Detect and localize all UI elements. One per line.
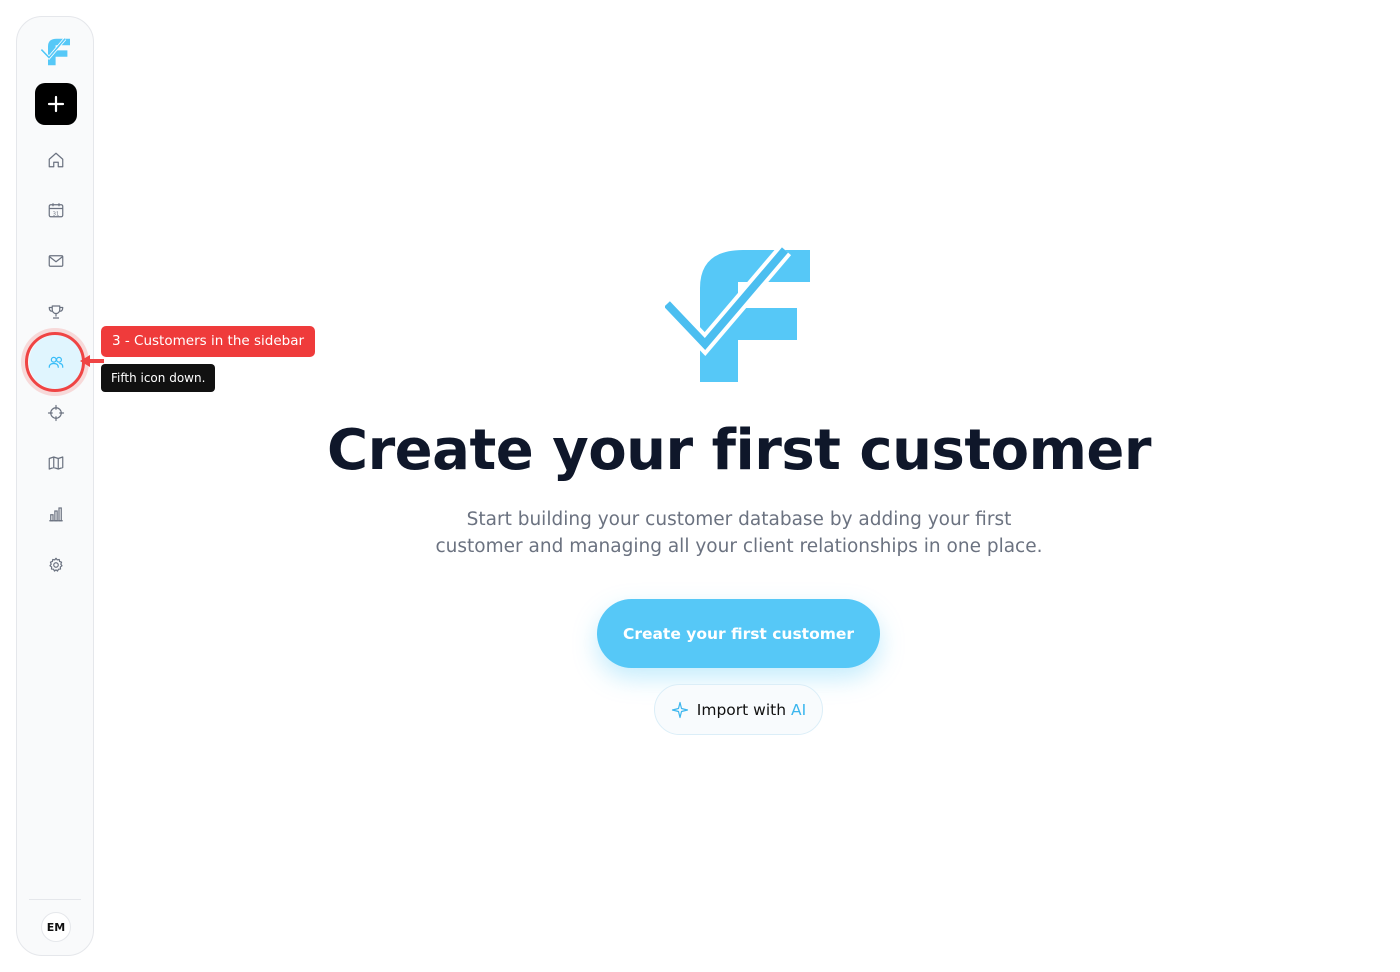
sidebar-item-map[interactable] bbox=[31, 441, 81, 485]
plus-icon bbox=[47, 95, 65, 113]
import-ai-label: AI bbox=[791, 700, 807, 719]
sidebar-item-target[interactable] bbox=[31, 391, 81, 435]
trophy-icon bbox=[48, 305, 64, 319]
sparkle-icon bbox=[671, 701, 688, 718]
users-icon bbox=[48, 356, 64, 368]
svg-text:31: 31 bbox=[53, 211, 60, 217]
annotation-hint: Fifth icon down. bbox=[101, 364, 216, 392]
sidebar-item-customers[interactable] bbox=[29, 335, 83, 389]
sidebar-item-home[interactable] bbox=[31, 138, 81, 182]
description-line-1: Start building your customer database by… bbox=[466, 509, 1012, 530]
sidebar-item-calendar[interactable]: 31 bbox=[31, 188, 81, 232]
sidebar-item-reports[interactable] bbox=[31, 492, 81, 536]
home-icon bbox=[48, 152, 64, 168]
sidebar-item-trophy[interactable] bbox=[31, 290, 81, 334]
calendar-icon: 31 bbox=[48, 203, 64, 218]
gear-icon bbox=[49, 557, 63, 572]
map-icon bbox=[48, 456, 64, 470]
app-logo[interactable] bbox=[41, 37, 71, 67]
page-description: Start building your customer database by… bbox=[400, 506, 1078, 560]
sidebar: 31 EM bbox=[16, 16, 94, 956]
annotation-arrow-icon bbox=[80, 355, 104, 367]
brand-logo bbox=[665, 246, 810, 382]
annotation-label: 3 - Customers in the sidebar bbox=[101, 326, 316, 357]
mail-icon bbox=[48, 255, 64, 267]
create-customer-button[interactable]: Create your first customer bbox=[597, 599, 880, 668]
bar-chart-icon bbox=[49, 507, 63, 522]
add-button[interactable] bbox=[35, 83, 77, 125]
sidebar-item-mail[interactable] bbox=[31, 239, 81, 283]
avatar[interactable]: EM bbox=[41, 912, 71, 942]
sidebar-item-settings[interactable] bbox=[31, 543, 81, 587]
import-label: Import with bbox=[696, 700, 787, 719]
page-title: Create your first customer bbox=[326, 418, 1152, 483]
import-with-ai-button[interactable]: Import with AI bbox=[654, 684, 823, 735]
description-line-2: customer and managing all your client re… bbox=[435, 536, 1043, 557]
sidebar-divider bbox=[29, 899, 81, 900]
crosshair-icon bbox=[47, 404, 65, 422]
